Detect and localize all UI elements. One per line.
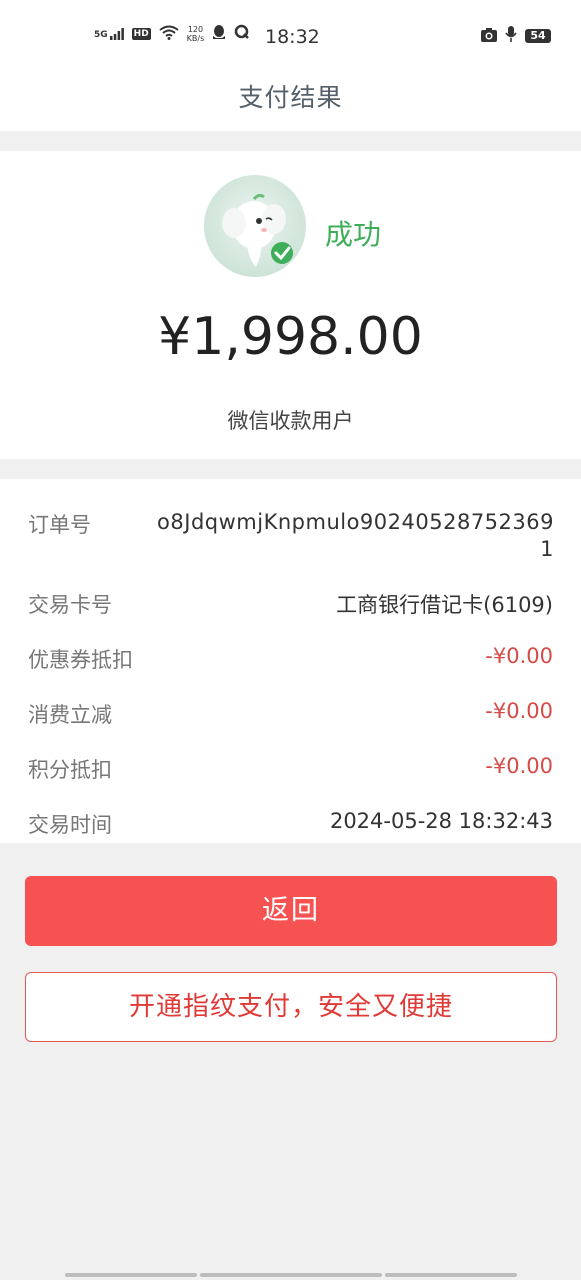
network-speed: 120 KB/s: [186, 24, 205, 43]
card-label: 交易卡号: [28, 593, 112, 617]
discount-label: 消费立减: [28, 703, 112, 727]
gesture-bar-left: [65, 1273, 197, 1277]
mascot-avatar: [204, 175, 306, 277]
transaction-time-label: 交易时间: [28, 813, 112, 837]
payment-status: 成功: [325, 218, 382, 251]
camera-icon: [481, 27, 497, 46]
transaction-time-row: 交易时间 2024-05-28 18:32:43: [28, 809, 553, 839]
back-button[interactable]: 返回: [25, 876, 557, 946]
points-row: 积分抵扣 -¥0.00: [28, 754, 553, 784]
status-right-icons: 54: [481, 26, 551, 46]
status-bar: 5G HD 120 KB/s 18:32 54: [0, 0, 581, 66]
points-label: 积分抵扣: [28, 758, 112, 782]
points-value: -¥0.00: [485, 754, 553, 778]
payee-name: 微信收款用户: [227, 409, 354, 433]
page-title: 支付结果: [238, 83, 343, 112]
transaction-time-value: 2024-05-28 18:32:43: [329, 809, 553, 833]
gesture-bar-center: [200, 1273, 382, 1277]
coupon-label: 优惠券抵扣: [28, 648, 133, 672]
wifi-icon: [159, 25, 179, 43]
gesture-bar-right: [385, 1273, 517, 1277]
card-row: 交易卡号 工商银行借记卡(6109): [28, 589, 553, 619]
order-number-label: 订单号: [28, 513, 91, 537]
coupon-value: -¥0.00: [485, 644, 553, 668]
qq-icon: [212, 24, 226, 43]
nav-bar: 支付结果: [0, 66, 581, 131]
payment-amount: ¥1,998.00: [158, 307, 423, 367]
order-number-value: o8JdqwmjKnpmulo902405287523691: [157, 510, 554, 561]
signal-icon: 5G: [94, 27, 124, 40]
hd-badge: HD: [131, 27, 151, 40]
discount-value: -¥0.00: [485, 699, 553, 723]
payment-result-card: 成功 ¥1,998.00 微信收款用户: [0, 151, 581, 459]
card-value: 工商银行借记卡(6109): [336, 593, 553, 617]
enable-fingerprint-button[interactable]: 开通指纹支付，安全又便捷: [25, 972, 557, 1042]
microphone-icon: [505, 26, 517, 46]
mascot-illustration: [222, 193, 293, 267]
network-type: 5G: [94, 29, 108, 40]
status-time: 18:32: [265, 26, 320, 48]
discount-row: 消费立减 -¥0.00: [28, 699, 553, 729]
battery-icon: 54: [525, 29, 551, 43]
coupon-row: 优惠券抵扣 -¥0.00: [28, 644, 553, 674]
search-app-icon: [234, 24, 250, 43]
transaction-details: 订单号 o8JdqwmjKnpmulo902405287523691 交易卡号 …: [0, 479, 581, 843]
status-left-icons: 5G HD 120 KB/s: [94, 24, 250, 43]
